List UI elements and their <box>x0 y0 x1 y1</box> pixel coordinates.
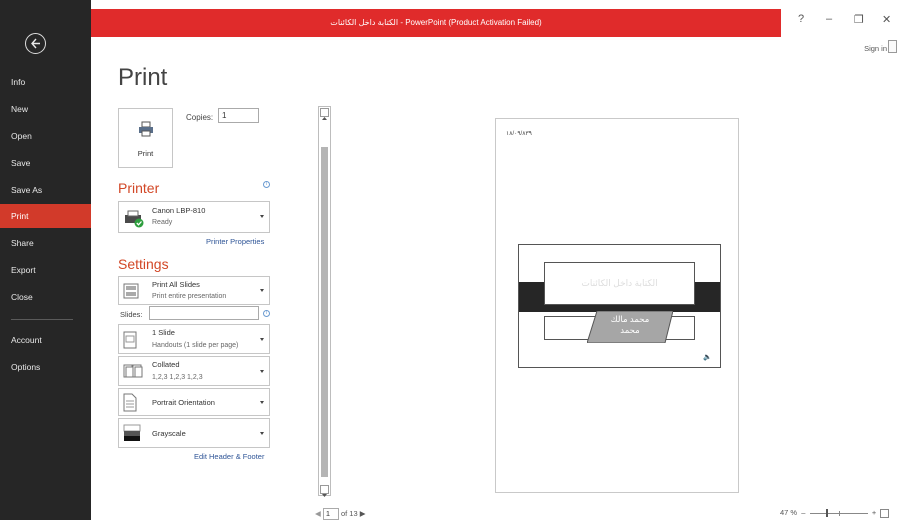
layout-main: 1 Slide <box>152 328 175 337</box>
page-total: of 13 <box>340 508 358 518</box>
nav-item-close[interactable]: Close <box>0 285 91 309</box>
slide-subtitle-line-1: محمد مالك <box>610 314 650 324</box>
printer-status: Ready <box>152 219 173 226</box>
printer-name: Canon LBP-810 <box>152 206 206 215</box>
nav-item-open[interactable]: Open <box>0 124 91 148</box>
info-icon[interactable]: i <box>263 181 270 188</box>
nav-item-new[interactable]: New <box>0 97 91 121</box>
scroll-up-arrow-icon[interactable] <box>320 108 329 120</box>
restore-button[interactable]: ❐ <box>854 13 864 26</box>
preview-scrollbar[interactable] <box>318 106 331 497</box>
printer-ready-icon <box>125 210 144 228</box>
chevron-down-icon <box>260 215 264 218</box>
page-title: Print <box>118 64 168 91</box>
printer-dropdown[interactable]: Canon LBP-810 Ready <box>118 201 270 233</box>
collate-main: Collated <box>152 360 180 369</box>
layout-sub: Handouts (1 slide per page) <box>152 342 239 349</box>
nav-item-options[interactable]: Options <box>0 355 91 379</box>
chevron-down-icon <box>260 401 264 404</box>
zoom-percent[interactable]: 47 % <box>780 508 797 517</box>
collate-dropdown[interactable]: Collated 1,2,3 1,2,3 1,2,3 <box>118 356 270 386</box>
slide-range-sub: Print entire presentation <box>152 293 227 300</box>
current-page-input[interactable]: 1 <box>322 508 339 520</box>
window-title: الكتابة داخل الكائنات - PowerPoint (Prod… <box>330 18 542 27</box>
slide-subtitle: محمد مالك محمد <box>587 311 673 343</box>
printer-icon <box>139 121 153 137</box>
scrollbar-thumb[interactable] <box>321 147 328 477</box>
preview-date: ١٨/٠٩/٨٣٩ <box>506 131 532 137</box>
print-button[interactable]: Print <box>118 108 173 168</box>
minimize-button[interactable]: – <box>826 13 832 25</box>
scroll-down-arrow-icon[interactable] <box>320 485 329 497</box>
sign-in-link[interactable]: Sign in <box>864 44 887 53</box>
print-button-label: Print <box>137 149 154 158</box>
page-navigator: ◀ 1 of 13 ▶ <box>315 508 366 520</box>
handout-layout-icon <box>123 331 137 349</box>
color-label: Grayscale <box>152 429 186 438</box>
previous-page-icon[interactable]: ◀ <box>315 509 321 518</box>
nav-item-save-as[interactable]: Save As <box>0 178 91 202</box>
zoom-out-icon[interactable]: – <box>799 508 807 517</box>
nav-item-share[interactable]: Share <box>0 231 91 255</box>
speaker-icon: 🔈 <box>703 354 712 361</box>
copies-label: Copies: <box>186 113 214 122</box>
layout-dropdown[interactable]: 1 Slide Handouts (1 slide per page) <box>118 324 270 354</box>
print-preview-page: ١٨/٠٩/٨٣٩ الكتابة داخل الكائنات محمد مال… <box>495 118 739 493</box>
slide-title: الكتابة داخل الكائنات <box>544 262 695 305</box>
nav-divider <box>11 319 73 320</box>
collated-icon <box>123 364 143 378</box>
info-icon[interactable]: i <box>263 310 270 317</box>
account-silhouette-icon <box>888 40 897 53</box>
slide-range-dropdown[interactable]: Print All Slides Print entire presentati… <box>118 276 270 305</box>
back-arrow-icon[interactable] <box>25 33 46 54</box>
printer-properties-link[interactable]: Printer Properties <box>206 237 264 246</box>
edit-header-footer-link[interactable]: Edit Header & Footer <box>194 452 264 461</box>
next-page-icon[interactable]: ▶ <box>360 509 366 518</box>
zoom-control: 47 % – + <box>780 508 890 518</box>
chevron-down-icon <box>260 432 264 435</box>
zoom-slider-thumb[interactable] <box>825 509 828 518</box>
chevron-down-icon <box>260 370 264 373</box>
nav-item-info[interactable]: Info <box>0 70 91 94</box>
copies-input[interactable]: 1 <box>218 108 259 123</box>
settings-section-title: Settings <box>118 256 169 272</box>
chevron-down-icon <box>260 289 264 292</box>
orientation-dropdown[interactable]: Portrait Orientation <box>118 388 270 416</box>
zoom-in-icon[interactable]: + <box>870 508 876 517</box>
nav-item-export[interactable]: Export <box>0 258 91 282</box>
grayscale-icon <box>123 424 141 441</box>
printer-section-title: Printer <box>118 180 160 196</box>
chevron-down-icon <box>260 338 264 341</box>
help-icon[interactable]: ? <box>798 13 804 25</box>
nav-item-save[interactable]: Save <box>0 151 91 175</box>
slides-input[interactable] <box>149 306 259 320</box>
color-dropdown[interactable]: Grayscale <box>118 418 270 448</box>
orientation-label: Portrait Orientation <box>152 398 215 407</box>
zoom-slider[interactable] <box>809 509 868 518</box>
slides-label: Slides: <box>120 310 143 319</box>
print-backstage: Info New Open Save Save As Print Share E… <box>0 0 902 520</box>
backstage-nav: Info New Open Save Save As Print Share E… <box>0 0 91 520</box>
fit-to-window-icon[interactable] <box>880 508 890 518</box>
slides-icon <box>123 283 139 299</box>
nav-item-account[interactable]: Account <box>0 328 91 352</box>
slide-subtitle-line-2: محمد <box>620 325 640 335</box>
portrait-page-icon <box>123 393 137 412</box>
nav-item-print[interactable]: Print <box>0 204 91 228</box>
preview-slide: الكتابة داخل الكائنات محمد مالك محمد 🔈 <box>518 244 721 368</box>
slide-range-main: Print All Slides <box>152 280 200 289</box>
collate-sub: 1,2,3 1,2,3 1,2,3 <box>152 374 203 381</box>
close-window-button[interactable]: ✕ <box>882 13 891 26</box>
